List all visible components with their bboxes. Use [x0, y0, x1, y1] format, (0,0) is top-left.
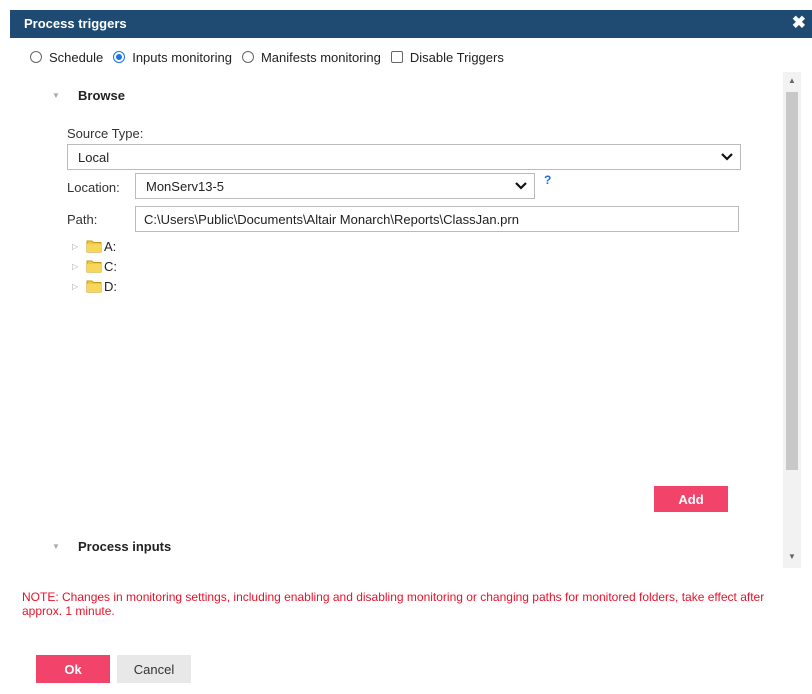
radio-icon [241, 51, 254, 63]
path-value: C:\Users\Public\Documents\Altair Monarch… [144, 212, 519, 227]
cancel-button[interactable]: Cancel [117, 655, 191, 683]
ok-button[interactable]: Ok [36, 655, 110, 683]
schedule-radio[interactable]: Schedule [30, 50, 103, 65]
trigger-options: Schedule Inputs monitoring Manifests mon… [30, 48, 514, 66]
schedule-label: Schedule [49, 49, 104, 65]
manifests-monitoring-radio[interactable]: Manifests monitoring [241, 49, 381, 65]
tree-item-label: A: [104, 238, 117, 254]
radio-checked-icon [113, 51, 126, 63]
folder-icon [86, 240, 102, 253]
browse-title: Browse [78, 88, 125, 103]
source-type-select[interactable]: Local [67, 144, 741, 170]
content-panel: ▼ Browse Source Type: Local Location: Mo… [20, 72, 804, 568]
source-type-value: Local [78, 150, 110, 165]
source-type-label: Source Type: [67, 126, 144, 141]
caret-right-icon[interactable]: ▷ [72, 242, 86, 251]
dialog-titlebar: Process triggers ✖ [10, 10, 812, 38]
tree-item-a[interactable]: ▷ A: [72, 237, 116, 255]
scrollbar-thumb[interactable] [786, 92, 798, 470]
tree-item-label: C: [104, 258, 117, 274]
caret-down-icon: ▼ [52, 91, 60, 100]
location-select[interactable]: MonServ13-5 [135, 173, 535, 199]
monitoring-note: NOTE: Changes in monitoring settings, in… [22, 590, 765, 618]
scroll-down-icon[interactable]: ▼ [788, 552, 796, 561]
caret-right-icon[interactable]: ▷ [72, 282, 86, 291]
help-icon[interactable]: ? [544, 173, 551, 187]
caret-down-icon: ▼ [52, 542, 60, 551]
scroll-up-icon[interactable]: ▲ [788, 76, 796, 85]
close-icon[interactable]: ✖ [792, 13, 806, 33]
tree-item-label: D: [104, 278, 117, 294]
disable-triggers-label: Disable Triggers [409, 49, 504, 65]
chevron-down-icon [721, 153, 733, 161]
manifests-monitoring-label: Manifests monitoring [260, 49, 381, 65]
radio-icon [30, 51, 42, 63]
process-inputs-section-header[interactable]: ▼ Process inputs [52, 539, 171, 554]
tree-item-d[interactable]: ▷ D: [72, 277, 117, 295]
browse-section-header[interactable]: ▼ Browse [52, 88, 125, 103]
folder-icon [86, 260, 102, 273]
path-label: Path: [67, 212, 98, 227]
path-input[interactable]: C:\Users\Public\Documents\Altair Monarch… [135, 206, 739, 232]
process-inputs-title: Process inputs [78, 539, 172, 554]
location-label: Location: [67, 180, 120, 195]
disable-triggers-checkbox[interactable]: Disable Triggers [390, 49, 504, 65]
inputs-monitoring-radio[interactable]: Inputs monitoring [113, 50, 232, 65]
checkbox-icon [390, 51, 403, 63]
dialog-title: Process triggers [24, 16, 127, 31]
tree-item-c[interactable]: ▷ C: [72, 257, 117, 275]
folder-icon [86, 280, 102, 293]
vertical-scrollbar[interactable]: ▲ ▼ [783, 72, 801, 568]
chevron-down-icon [515, 182, 527, 190]
add-button[interactable]: Add [654, 486, 728, 512]
location-value: MonServ13-5 [146, 179, 225, 194]
caret-right-icon[interactable]: ▷ [72, 262, 86, 271]
inputs-monitoring-label: Inputs monitoring [132, 49, 232, 65]
